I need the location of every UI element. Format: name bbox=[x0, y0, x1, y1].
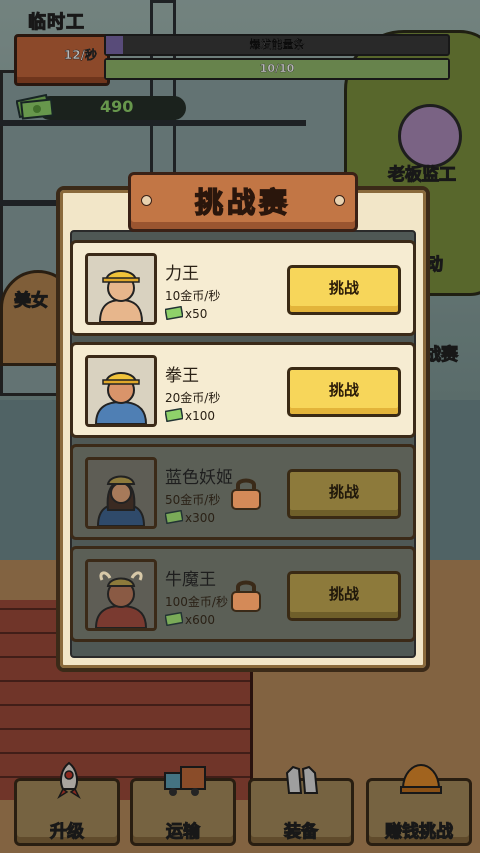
challenger-portrait-boxer bbox=[85, 355, 157, 427]
challenge-button-label: 挑战 bbox=[328, 381, 359, 399]
modal-title-plank: 挑战赛 bbox=[128, 172, 358, 232]
challenger-rate: 50金币/秒 bbox=[165, 493, 221, 507]
challenger-name: 拳王 bbox=[165, 366, 199, 386]
modal-title: 挑战赛 bbox=[194, 185, 291, 220]
challenger-rate: 20金币/秒 bbox=[165, 391, 221, 405]
challenger-cost: x300 bbox=[185, 511, 216, 525]
challenger-name: 蓝色妖姬 bbox=[165, 468, 233, 488]
challenger-cost: x50 bbox=[185, 307, 208, 321]
blue-lady-portrait-icon bbox=[88, 460, 154, 526]
lock-icon bbox=[231, 478, 261, 510]
challenger-rate: 10金币/秒 bbox=[165, 289, 221, 303]
challenger-card: 拳王 20金币/秒 x100 挑战 bbox=[70, 342, 416, 438]
strongman-portrait-icon bbox=[88, 256, 154, 322]
challenger-card-locked: 牛魔王 100金币/秒 x600 挑战 bbox=[70, 546, 416, 642]
bull-king-portrait-icon bbox=[88, 562, 154, 628]
challenge-button-label: 挑战 bbox=[328, 585, 359, 603]
challenger-name: 牛魔王 bbox=[165, 570, 216, 590]
challenge-button-label: 挑战 bbox=[328, 279, 359, 297]
challenge-button[interactable]: 挑战 bbox=[287, 571, 401, 621]
challenger-name: 力王 bbox=[165, 264, 199, 284]
challenger-card: 力王 10金币/秒 x50 挑战 bbox=[70, 240, 416, 336]
challenger-portrait-blue-lady bbox=[85, 457, 157, 529]
challenge-button-label: 挑战 bbox=[328, 483, 359, 501]
challenger-card-locked: 蓝色妖姬 50金币/秒 x300 挑战 bbox=[70, 444, 416, 540]
challenger-cost: x100 bbox=[185, 409, 216, 423]
challenge-button[interactable]: 挑战 bbox=[287, 265, 401, 315]
challenge-button[interactable]: 挑战 bbox=[287, 367, 401, 417]
cash-icon bbox=[165, 510, 183, 524]
challenger-portrait-bull-king bbox=[85, 559, 157, 631]
cash-icon bbox=[165, 408, 183, 422]
challenger-cost: x600 bbox=[185, 613, 216, 627]
lock-icon bbox=[231, 580, 261, 612]
cash-icon bbox=[165, 612, 183, 626]
challenger-rate: 100金币/秒 bbox=[165, 595, 228, 609]
challenger-portrait-strongman bbox=[85, 253, 157, 325]
challenge-button[interactable]: 挑战 bbox=[287, 469, 401, 519]
boxer-portrait-icon bbox=[88, 358, 154, 424]
cash-icon bbox=[165, 306, 183, 320]
